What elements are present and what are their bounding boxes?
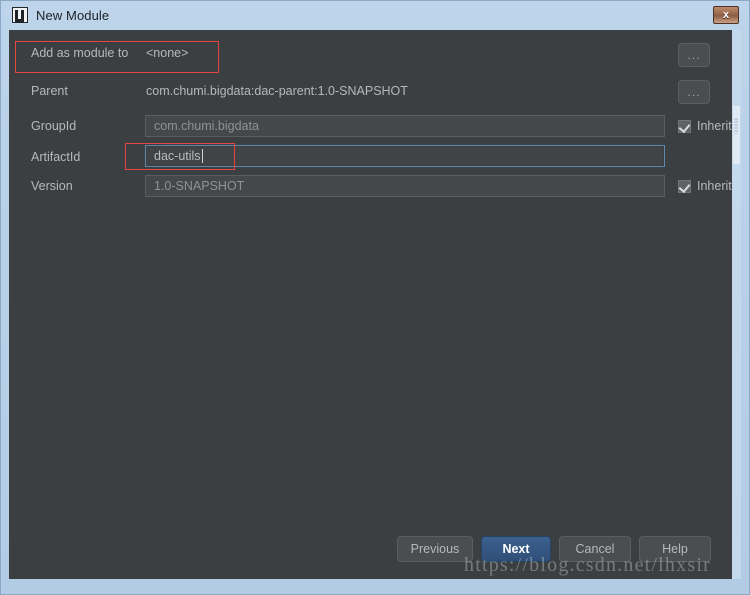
ellipsis-icon: ...: [687, 85, 701, 99]
text-caret: [201, 149, 203, 163]
window-title: New Module: [36, 7, 110, 23]
help-button[interactable]: Help: [639, 536, 711, 562]
value-add-as-module-to: <none>: [146, 46, 189, 60]
label-add-as-module-to: Add as module to: [31, 46, 129, 60]
groupid-inherit-checkbox[interactable]: Inherit: [678, 117, 732, 135]
label-artifactid: ArtifactId: [31, 150, 81, 164]
maven-module-form: Add as module to <none> ... Parent com.c…: [9, 30, 732, 579]
dialog-content-pane: Add as module to <none> ... Parent com.c…: [9, 30, 741, 579]
browse-add-as-module-to-button[interactable]: ...: [678, 43, 710, 67]
ellipsis-icon: ...: [687, 48, 701, 62]
groupid-input-value: com.chumi.bigdata: [154, 119, 259, 133]
dialog-button-bar: Previous Next Cancel Help: [9, 528, 732, 578]
close-button[interactable]: x: [713, 6, 739, 24]
scrollbar-grip-icon: [734, 118, 738, 134]
artifactid-input-value: dac-utils: [154, 149, 201, 163]
groupid-inherit-label: Inherit: [697, 119, 732, 133]
close-icon: x: [722, 8, 730, 21]
title-bar: New Module x: [1, 1, 749, 29]
new-module-dialog-window: New Module x Add as module to <none> ...…: [0, 0, 750, 595]
artifactid-input[interactable]: dac-utils: [145, 145, 665, 167]
row-add-as-module-to: Add as module to <none>: [9, 42, 732, 64]
previous-button[interactable]: Previous: [397, 536, 473, 562]
version-input[interactable]: 1.0-SNAPSHOT: [145, 175, 665, 197]
checkmark-icon: [678, 179, 691, 193]
checkmark-icon: [678, 119, 691, 133]
vertical-scrollbar[interactable]: [732, 30, 741, 579]
intellij-idea-icon: [12, 7, 28, 23]
label-parent: Parent: [31, 84, 68, 98]
label-groupid: GroupId: [31, 119, 77, 133]
value-parent: com.chumi.bigdata:dac-parent:1.0-SNAPSHO…: [146, 84, 408, 98]
version-input-value: 1.0-SNAPSHOT: [154, 179, 245, 193]
next-button[interactable]: Next: [481, 536, 551, 562]
scrollbar-thumb[interactable]: [733, 106, 740, 164]
version-inherit-checkbox[interactable]: Inherit: [678, 177, 732, 195]
groupid-input[interactable]: com.chumi.bigdata: [145, 115, 665, 137]
version-inherit-label: Inherit: [697, 179, 732, 193]
row-parent: Parent com.chumi.bigdata:dac-parent:1.0-…: [9, 80, 732, 102]
cancel-button[interactable]: Cancel: [559, 536, 631, 562]
label-version: Version: [31, 179, 73, 193]
browse-parent-button[interactable]: ...: [678, 80, 710, 104]
